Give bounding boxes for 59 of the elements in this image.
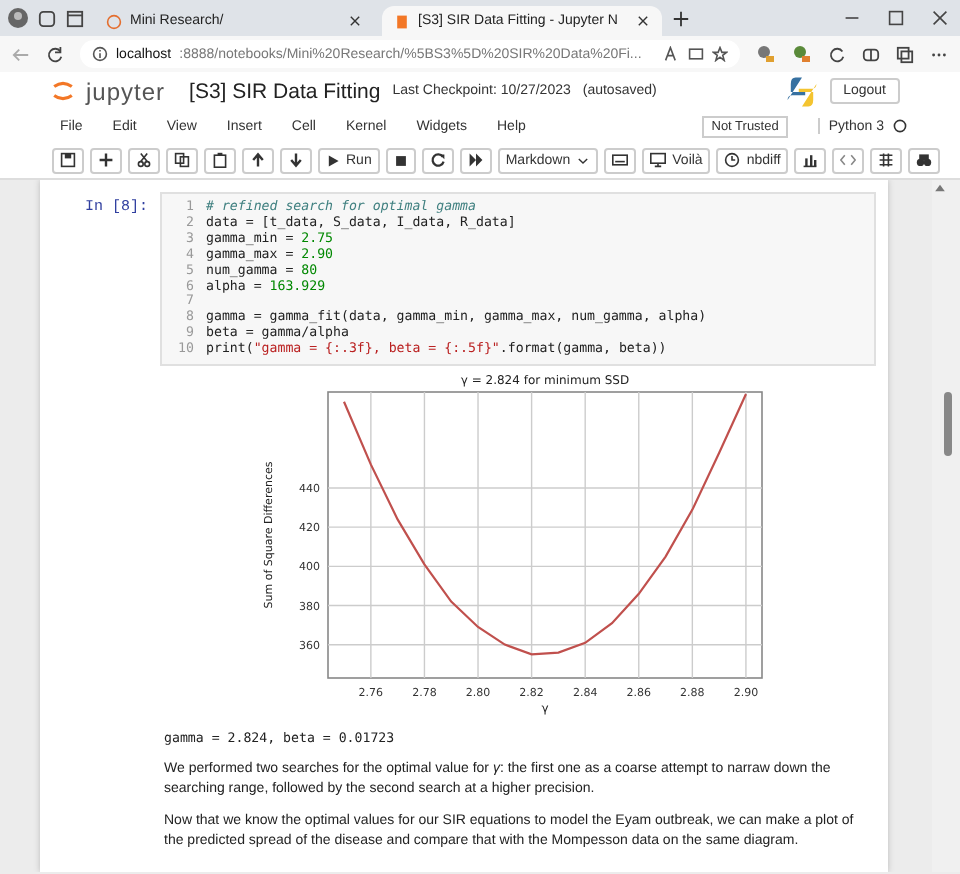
- stop-icon: [393, 153, 408, 167]
- extension-icon[interactable]: [792, 44, 812, 64]
- arrow-up-icon: [250, 152, 266, 168]
- play-icon: [326, 153, 340, 167]
- notebook-title[interactable]: [S3] SIR Data Fitting: [189, 79, 381, 103]
- move-down-button[interactable]: [280, 147, 312, 173]
- chart-button[interactable]: [794, 147, 827, 173]
- scrollbar-thumb[interactable]: [944, 392, 952, 456]
- paste-button[interactable]: [204, 147, 236, 173]
- clipboard-icon: [212, 152, 228, 168]
- read-aloud-icon[interactable]: [664, 46, 680, 62]
- jupyter-logo-icon: [52, 80, 74, 102]
- code-cell[interactable]: [160, 192, 876, 367]
- code-brackets-icon: [840, 152, 857, 168]
- move-up-button[interactable]: [242, 147, 274, 173]
- profile-avatar-icon: [8, 8, 28, 28]
- scissors-icon: [136, 152, 152, 168]
- close-icon[interactable]: [348, 14, 362, 28]
- restart-button[interactable]: [421, 147, 454, 173]
- keyboard-icon: [612, 152, 629, 168]
- copy-button[interactable]: [166, 147, 198, 173]
- copy-icon: [174, 152, 190, 168]
- sync-icon[interactable]: [828, 45, 846, 63]
- find-button[interactable]: [908, 147, 941, 173]
- plus-icon: [98, 152, 114, 168]
- grid-icon: [878, 152, 895, 168]
- immersive-reader-icon[interactable]: [688, 46, 704, 62]
- new-tab-icon[interactable]: [672, 9, 690, 27]
- clock-icon: [724, 152, 741, 168]
- favorite-star-icon[interactable]: [712, 46, 728, 62]
- collections-icon[interactable]: [896, 45, 914, 63]
- scrollbar[interactable]: [932, 180, 960, 872]
- restart-icon: [429, 152, 446, 168]
- close-icon[interactable]: [932, 10, 948, 26]
- chevron-down-icon: [576, 153, 591, 167]
- python-logo-icon: [785, 75, 818, 107]
- notebook-favicon-icon: [394, 13, 410, 29]
- split-screen-icon[interactable]: [862, 45, 880, 63]
- save-icon: [60, 152, 76, 168]
- arrow-down-icon: [288, 152, 304, 168]
- command-palette-button[interactable]: [604, 147, 637, 173]
- binoculars-icon: [916, 152, 933, 168]
- maximize-icon[interactable]: [888, 10, 904, 26]
- info-icon: [92, 46, 108, 62]
- close-icon[interactable]: [636, 14, 650, 28]
- save-button[interactable]: [52, 147, 84, 173]
- kernel-idle-icon: [892, 118, 908, 134]
- jupyter-favicon-icon: [106, 13, 122, 29]
- stop-button[interactable]: [385, 147, 416, 173]
- insert-cell-button[interactable]: [90, 147, 122, 173]
- extension-icon[interactable]: [756, 44, 776, 64]
- fast-forward-icon: [467, 152, 484, 168]
- bar-chart-icon: [802, 152, 819, 168]
- cut-button[interactable]: [128, 147, 160, 173]
- monitor-icon: [650, 152, 667, 168]
- run-all-button[interactable]: [459, 147, 492, 173]
- refresh-icon[interactable]: [46, 45, 64, 63]
- table-button[interactable]: [870, 147, 903, 173]
- jupyter-logo-text: jupyter: [86, 77, 166, 105]
